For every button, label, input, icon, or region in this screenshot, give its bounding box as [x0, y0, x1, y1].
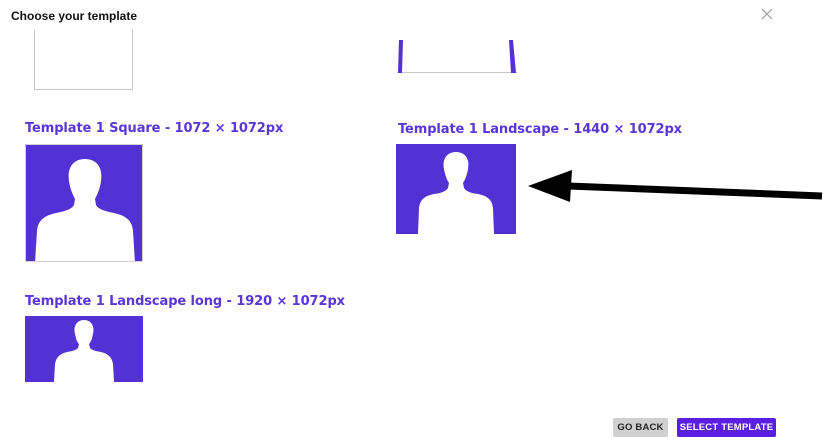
template-thumbnail-partial[interactable] — [34, 30, 133, 90]
template-dialog: Choose your template Template 1 Square -… — [0, 0, 823, 437]
dialog-title: Choose your template — [11, 9, 138, 23]
template-thumbnail[interactable] — [25, 144, 143, 262]
person-silhouette-icon — [418, 152, 494, 234]
template-thumbnail[interactable] — [25, 316, 143, 382]
close-button[interactable] — [760, 7, 774, 21]
select-template-button[interactable]: SELECT TEMPLATE — [677, 418, 776, 437]
template-label[interactable]: Template 1 Landscape long - 1920 × 1072p… — [25, 294, 345, 309]
template-label[interactable]: Template 1 Square - 1072 × 1072px — [25, 121, 283, 136]
template-label[interactable]: Template 1 Landscape - 1440 × 1072px — [398, 122, 682, 137]
template-card-landscape-long[interactable]: Template 1 Landscape long - 1920 × 1072p… — [25, 294, 345, 382]
close-icon — [761, 8, 773, 20]
template-thumbnail-partial[interactable] — [397, 30, 517, 73]
go-back-button[interactable]: GO BACK — [613, 418, 668, 437]
template-card-landscape[interactable]: Template 1 Landscape - 1440 × 1072px — [396, 122, 682, 234]
template-list[interactable]: Template 1 Square - 1072 × 1072px Templa… — [0, 30, 823, 410]
person-silhouette-icon — [35, 159, 135, 261]
arrow-left-icon — [528, 170, 823, 202]
template-card-square[interactable]: Template 1 Square - 1072 × 1072px — [25, 121, 283, 262]
person-silhouette-icon — [54, 320, 114, 382]
template-thumbnail[interactable] — [396, 144, 516, 234]
